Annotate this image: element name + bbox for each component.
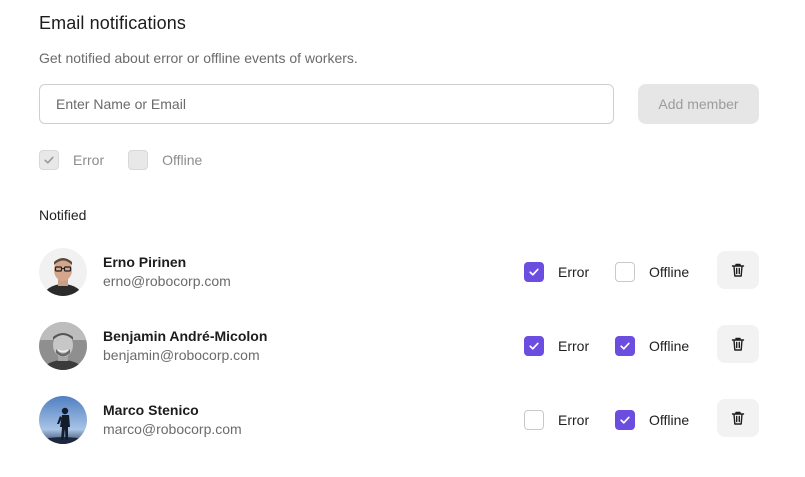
member-error-checkbox[interactable]: [524, 336, 544, 356]
member-offline-checkbox[interactable]: [615, 410, 635, 430]
filter-offline[interactable]: Offline: [128, 150, 202, 170]
member-error-label: Error: [558, 412, 590, 428]
person-bw-avatar: [39, 322, 87, 370]
member-email: marco@robocorp.com: [103, 421, 242, 437]
member-error-checkbox[interactable]: [524, 262, 544, 282]
filter-error-label: Error: [73, 152, 105, 168]
member-offline-label: Offline: [649, 264, 690, 280]
add-member-form: Add member: [39, 84, 759, 124]
person-glasses-avatar: [39, 248, 87, 296]
check-icon: [529, 268, 539, 276]
filter-error[interactable]: Error: [39, 150, 104, 170]
filter-offline-checkbox[interactable]: [128, 150, 149, 170]
member-offline-toggle[interactable]: Offline: [615, 336, 689, 356]
avatar: [39, 322, 87, 370]
member-error-toggle[interactable]: Error: [524, 262, 589, 282]
page-title: Email notifications: [39, 13, 186, 33]
notified-section-label: Notified: [39, 207, 87, 223]
member-error-toggle[interactable]: Error: [524, 336, 589, 356]
member-offline-checkbox[interactable]: [615, 336, 635, 356]
filter-error-checkbox[interactable]: [39, 150, 59, 170]
member-name: Benjamin André-Micolon: [103, 328, 268, 344]
member-email: benjamin@robocorp.com: [103, 347, 260, 363]
page-subtitle: Get notified about error or offline even…: [39, 50, 358, 66]
member-name: Marco Stenico: [103, 402, 199, 418]
trash-icon: [731, 337, 745, 351]
trash-icon: [731, 263, 745, 277]
member-error-checkbox[interactable]: [524, 410, 544, 430]
delete-member-button[interactable]: [717, 251, 759, 289]
member-email: erno@robocorp.com: [103, 273, 231, 289]
delete-member-button[interactable]: [717, 399, 759, 437]
avatar: [39, 248, 87, 296]
filter-offline-label: Offline: [162, 152, 203, 168]
member-offline-checkbox[interactable]: [615, 262, 635, 282]
member-offline-label: Offline: [649, 412, 690, 428]
check-icon: [620, 342, 630, 350]
member-row: Marco Stenico marco@robocorp.com Error O…: [39, 396, 759, 444]
check-icon: [529, 342, 539, 350]
check-icon: [620, 416, 630, 424]
member-error-label: Error: [558, 264, 590, 280]
member-name: Erno Pirinen: [103, 254, 187, 270]
avatar: [39, 396, 87, 444]
member-offline-label: Offline: [649, 338, 690, 354]
name-or-email-input[interactable]: [39, 84, 614, 124]
delete-member-button[interactable]: [717, 325, 759, 363]
member-error-toggle[interactable]: Error: [524, 410, 589, 430]
member-error-label: Error: [558, 338, 590, 354]
add-member-button[interactable]: Add member: [638, 84, 759, 124]
member-row: Erno Pirinen erno@robocorp.com Error Off…: [39, 248, 759, 296]
trash-icon: [731, 411, 745, 425]
silhouette-sky-avatar: [39, 396, 87, 444]
check-icon: [44, 156, 54, 164]
member-offline-toggle[interactable]: Offline: [615, 262, 689, 282]
member-offline-toggle[interactable]: Offline: [615, 410, 689, 430]
new-member-filters: Error Offline: [39, 149, 226, 171]
member-row: Benjamin André-Micolon benjamin@robocorp…: [39, 322, 759, 370]
